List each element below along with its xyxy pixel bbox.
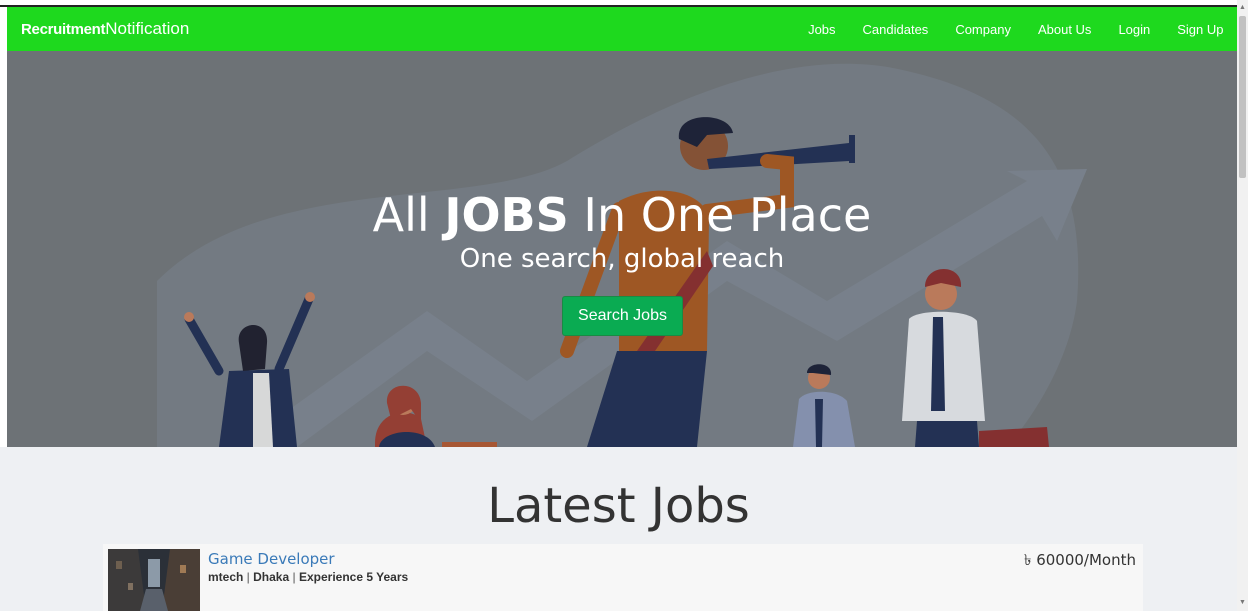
hero-title-suffix: In One Place <box>568 188 872 242</box>
page: RecruitmentNotification Jobs Candidates … <box>0 0 1237 611</box>
brand-normal-text: Notification <box>105 19 190 38</box>
nav-sign-up[interactable]: Sign Up <box>1164 22 1237 37</box>
hero-title: All JOBS In One Place <box>7 187 1237 243</box>
scroll-up-arrow-icon[interactable]: ▲ <box>1237 2 1248 14</box>
hero-banner: All JOBS In One Place One search, global… <box>7 51 1237 447</box>
job-thumbnail[interactable] <box>108 549 200 611</box>
job-salary: ৳ 60000/Month <box>1023 551 1136 569</box>
nav-login[interactable]: Login <box>1105 22 1164 37</box>
window-left-edge <box>0 7 7 447</box>
street-image-icon <box>108 549 200 611</box>
job-card: Game Developer mtech | Dhaka | Experienc… <box>103 544 1143 611</box>
scroll-down-arrow-icon[interactable]: ▼ <box>1237 597 1248 609</box>
nav-about-us[interactable]: About Us <box>1024 22 1104 37</box>
job-meta: mtech | Dhaka | Experience 5 Years <box>208 570 409 584</box>
brand-logo[interactable]: RecruitmentNotification <box>21 19 189 39</box>
vertical-scrollbar[interactable]: ▲ ▼ <box>1237 0 1248 611</box>
nav-links: Jobs Candidates Company About Us Login S… <box>795 7 1237 51</box>
window-top-edge <box>0 0 1237 7</box>
job-location: Dhaka <box>253 570 290 584</box>
job-title-link[interactable]: Game Developer <box>208 550 335 568</box>
brand-bold-text: Recruitment <box>21 21 106 38</box>
job-experience: Experience 5 Years <box>298 570 409 584</box>
navbar: RecruitmentNotification Jobs Candidates … <box>7 7 1237 51</box>
job-company: mtech <box>208 570 244 584</box>
nav-jobs[interactable]: Jobs <box>795 22 849 37</box>
latest-jobs-heading: Latest Jobs <box>487 478 750 534</box>
search-jobs-button[interactable]: Search Jobs <box>562 296 683 336</box>
nav-company[interactable]: Company <box>942 22 1025 37</box>
scrollbar-thumb[interactable] <box>1239 16 1246 178</box>
hero-title-bold: JOBS <box>444 188 569 242</box>
nav-candidates[interactable]: Candidates <box>849 22 942 37</box>
hero-title-prefix: All <box>372 188 445 242</box>
hero-subtitle: One search, global reach <box>459 244 785 274</box>
